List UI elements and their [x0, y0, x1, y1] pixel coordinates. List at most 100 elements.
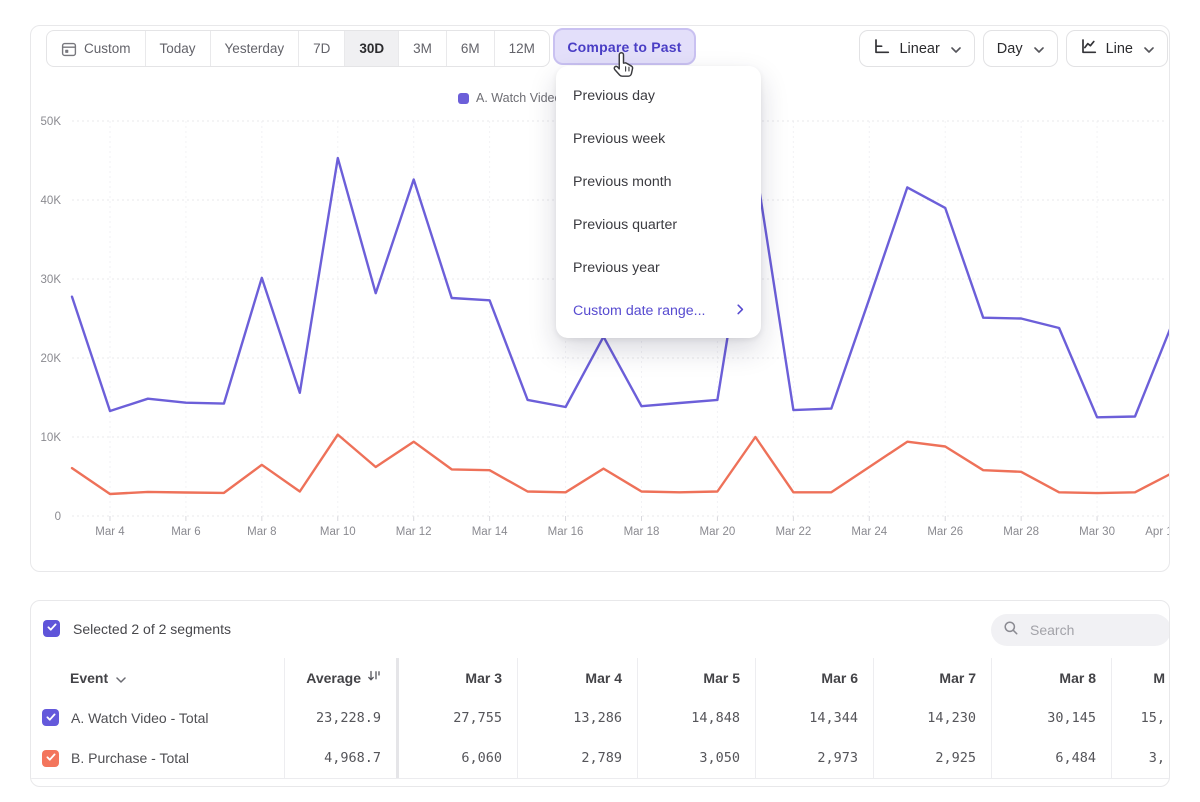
- selected-segments-label: Selected 2 of 2 segments: [73, 621, 231, 637]
- value-cell-mar-5: 3,050: [638, 738, 756, 778]
- preset-6m[interactable]: 6M: [446, 31, 494, 66]
- table-row-b-purchase-total: B. Purchase - Total4,968.76,0602,7893,05…: [31, 738, 1169, 778]
- value-cell-mar-3: 6,060: [399, 738, 518, 778]
- menu-item-label: Previous quarter: [573, 217, 677, 233]
- column-header-label: Mar 5: [703, 670, 740, 686]
- sort-descending-icon: [367, 670, 381, 686]
- value-cell-mar-7: 14,230: [874, 697, 992, 738]
- preset-12m[interactable]: 12M: [494, 31, 549, 66]
- scale-dropdown-button[interactable]: Linear: [859, 30, 974, 67]
- svg-text:Mar 8: Mar 8: [247, 526, 276, 538]
- svg-text:0: 0: [55, 511, 61, 523]
- preset-custom[interactable]: Custom: [47, 31, 145, 66]
- menu-item-previous-week[interactable]: Previous week: [556, 117, 761, 160]
- column-header-mar-8[interactable]: Mar 8: [992, 658, 1112, 697]
- svg-text:Mar 12: Mar 12: [396, 526, 432, 538]
- selected-segments-row: Selected 2 of 2 segments: [43, 620, 231, 637]
- menu-item-label: Previous year: [573, 260, 660, 276]
- select-all-checkbox[interactable]: [43, 620, 60, 637]
- preset-7d[interactable]: 7D: [298, 31, 344, 66]
- calendar-icon: [61, 41, 77, 57]
- column-header-mar-4[interactable]: Mar 4: [518, 658, 638, 697]
- chart-type-dropdown-button[interactable]: Line: [1066, 30, 1168, 67]
- row-checkbox-a-watch-video-total[interactable]: [42, 709, 59, 726]
- search-input[interactable]: [1028, 621, 1152, 639]
- value-cell-m: 3,: [1112, 738, 1169, 778]
- legend-swatch: [458, 93, 469, 104]
- menu-item-previous-day[interactable]: Previous day: [556, 74, 761, 117]
- svg-text:10K: 10K: [41, 432, 62, 444]
- svg-text:Apr 1: Apr 1: [1145, 526, 1169, 538]
- compare-to-past-button[interactable]: Compare to Past: [553, 28, 696, 65]
- menu-item-previous-month[interactable]: Previous month: [556, 160, 761, 203]
- column-header-label: Event: [70, 670, 108, 686]
- row-event-cell: B. Purchase - Total: [31, 738, 285, 778]
- series-line-b-purchase[interactable]: [72, 435, 1169, 494]
- segments-table: Event Average Mar 3 Mar 4 Mar 5 Mar 6 Mar 7 Mar…: [31, 658, 1169, 779]
- column-header-mar-7[interactable]: Mar 7: [874, 658, 992, 697]
- chevron-down-icon: [951, 41, 961, 57]
- column-header-average[interactable]: Average: [285, 658, 399, 697]
- column-header-label: Average: [306, 670, 361, 686]
- segments-card: Selected 2 of 2 segments Event Average Mar…: [30, 600, 1170, 787]
- menu-item-previous-quarter[interactable]: Previous quarter: [556, 203, 761, 246]
- menu-item-custom-date-range[interactable]: Custom date range...: [556, 289, 761, 332]
- column-header-mar-3[interactable]: Mar 3: [399, 658, 518, 697]
- svg-text:Mar 4: Mar 4: [95, 526, 125, 538]
- value-cell-mar-4: 13,286: [518, 697, 638, 738]
- preset-label: 12M: [509, 41, 535, 56]
- preset-label: Custom: [84, 41, 131, 56]
- checkmark-icon: [46, 620, 58, 638]
- menu-item-label: Previous day: [573, 88, 655, 104]
- svg-text:Mar 18: Mar 18: [624, 526, 660, 538]
- preset-yesterday[interactable]: Yesterday: [210, 31, 299, 66]
- row-event-label: A. Watch Video - Total: [71, 710, 208, 726]
- preset-label: Yesterday: [225, 41, 285, 56]
- column-header-label: Mar 6: [821, 670, 858, 686]
- svg-text:20K: 20K: [41, 353, 62, 365]
- column-header-label: Mar 7: [939, 670, 976, 686]
- preset-label: 6M: [461, 41, 480, 56]
- scale-dropdown-label: Linear: [899, 41, 939, 57]
- svg-text:Mar 20: Mar 20: [700, 526, 736, 538]
- svg-text:Mar 6: Mar 6: [171, 526, 200, 538]
- preset-3m[interactable]: 3M: [398, 31, 446, 66]
- preset-30d[interactable]: 30D: [344, 31, 398, 66]
- menu-item-label: Previous week: [573, 131, 665, 147]
- value-cell-average: 4,968.7: [285, 738, 399, 778]
- column-header-label: Mar 3: [465, 670, 502, 686]
- value-cell-mar-7: 2,925: [874, 738, 992, 778]
- table-header-row: Event Average Mar 3 Mar 4 Mar 5 Mar 6 Mar 7 Mar…: [31, 658, 1169, 697]
- row-checkbox-b-purchase-total[interactable]: [42, 750, 59, 767]
- row-event-cell: A. Watch Video - Total: [31, 697, 285, 738]
- value-cell-average: 23,228.9: [285, 697, 399, 738]
- column-header-label: M: [1153, 670, 1165, 686]
- svg-text:Mar 16: Mar 16: [548, 526, 584, 538]
- checkmark-icon: [45, 750, 57, 766]
- legend-item-a-watch-video[interactable]: A. Watch Video: [458, 91, 561, 105]
- menu-item-label: Custom date range...: [573, 303, 706, 319]
- svg-text:Mar 10: Mar 10: [320, 526, 356, 538]
- value-cell-m: 15,: [1112, 697, 1169, 738]
- column-header-mar-6[interactable]: Mar 6: [756, 658, 874, 697]
- column-header-event[interactable]: Event: [31, 658, 285, 697]
- column-header-m[interactable]: M: [1112, 658, 1169, 697]
- value-cell-mar-3: 27,755: [399, 697, 518, 738]
- chevron-down-icon: [116, 670, 126, 686]
- svg-text:30K: 30K: [41, 274, 62, 286]
- preset-label: Today: [160, 41, 196, 56]
- granularity-dropdown-button[interactable]: Day: [983, 30, 1058, 67]
- svg-text:40K: 40K: [41, 195, 62, 207]
- table-row-a-watch-video-total: A. Watch Video - Total 23,228.927,75513,2…: [31, 697, 1169, 738]
- value-cell-mar-8: 6,484: [992, 738, 1112, 778]
- menu-item-label: Previous month: [573, 174, 672, 190]
- preset-today[interactable]: Today: [145, 31, 210, 66]
- segments-search-box[interactable]: [991, 614, 1170, 646]
- column-header-mar-5[interactable]: Mar 5: [638, 658, 756, 697]
- menu-item-previous-year[interactable]: Previous year: [556, 246, 761, 289]
- svg-text:Mar 28: Mar 28: [1003, 526, 1039, 538]
- preset-label: 3M: [413, 41, 432, 56]
- svg-text:Mar 14: Mar 14: [472, 526, 508, 538]
- axis-linear-icon: [873, 38, 890, 59]
- row-event-label: B. Purchase - Total: [71, 750, 189, 766]
